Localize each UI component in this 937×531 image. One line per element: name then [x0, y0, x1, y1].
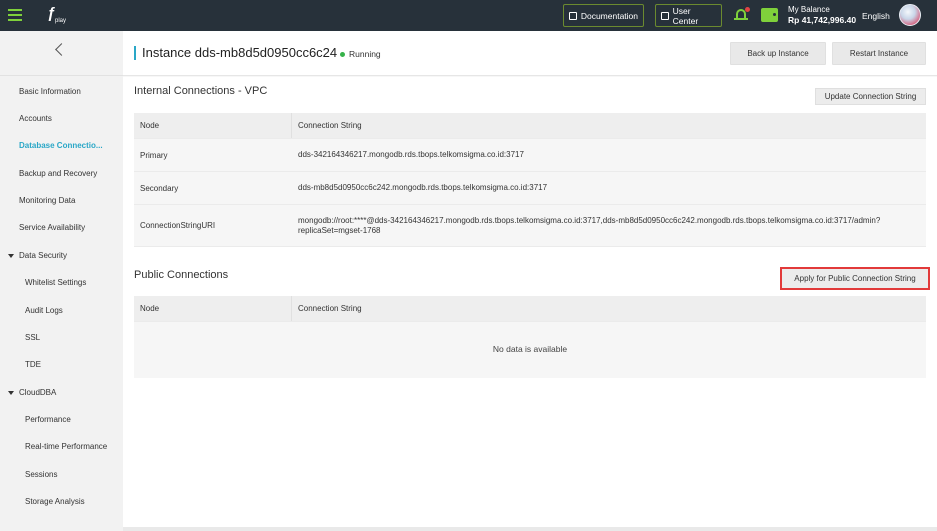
status-badge: Running [340, 49, 381, 59]
caret-down-icon [8, 253, 14, 258]
avatar[interactable] [899, 4, 921, 26]
status-text: Running [349, 49, 381, 59]
document-icon [569, 11, 577, 20]
sidebar: Basic Information Accounts Database Conn… [0, 31, 123, 531]
sidebar-item-accounts[interactable]: Accounts [0, 105, 123, 132]
column-header-node: Node [140, 121, 160, 130]
sidebar-item-service-availability[interactable]: Service Availability [0, 214, 123, 241]
internal-connections-title: Internal Connections - VPC [134, 85, 268, 97]
sidebar-item-monitoring-data[interactable]: Monitoring Data [0, 187, 123, 214]
content-area: Internal Connections - VPC Update Connec… [123, 77, 937, 531]
table-row: Primary dds-342164346217.mongodb.rds.tbo… [134, 139, 926, 172]
wallet-icon[interactable] [761, 8, 778, 22]
restart-instance-button[interactable]: Restart Instance [832, 42, 926, 65]
hamburger-menu-icon[interactable] [8, 9, 22, 21]
column-header-node: Node [140, 304, 160, 313]
notification-dot [745, 7, 750, 12]
balance-label: My Balance [788, 5, 830, 14]
column-header-connection-string: Connection String [298, 120, 362, 130]
public-connections-title: Public Connections [134, 269, 229, 281]
caret-down-icon [8, 390, 14, 395]
instance-header: Instance dds-mb8d5d0950cc6c24 Running Ba… [123, 31, 937, 76]
column-header-connection-string: Connection String [298, 303, 362, 313]
page-title: Instance dds-mb8d5d0950cc6c24 [142, 45, 338, 60]
sidebar-item-backup-recovery[interactable]: Backup and Recovery [0, 160, 123, 187]
balance-value: Rp 41,742,996.40 [788, 15, 857, 25]
public-connections-table: Node Connection String No data is availa… [134, 296, 926, 378]
logo-text: play [55, 18, 67, 24]
back-button[interactable] [0, 31, 123, 76]
status-dot-icon [340, 51, 345, 57]
row-connection-string: mongodb://root:****@dds-342164346217.mon… [298, 215, 881, 235]
empty-state-text: No data is available [492, 344, 568, 354]
title-accent-bar [134, 46, 136, 60]
sidebar-item-storage-analysis[interactable]: Storage Analysis [0, 488, 123, 515]
documentation-label: Documentation [580, 10, 638, 21]
top-bar: ƒ play Documentation User Center My Bala… [0, 0, 937, 31]
chevron-left-icon [55, 43, 68, 56]
sidebar-group-data-security[interactable]: Data Security [0, 242, 123, 269]
balance[interactable]: My Balance Rp 41,742,996.40 [788, 5, 856, 26]
sidebar-item-tde[interactable]: TDE [0, 351, 123, 378]
sidebar-item-realtime-performance[interactable]: Real-time Performance [0, 433, 123, 460]
sidebar-item-sessions[interactable]: Sessions [0, 461, 123, 488]
table-header: Node Connection String [134, 296, 926, 322]
documentation-button[interactable]: Documentation [563, 4, 644, 27]
bell-icon[interactable] [734, 7, 750, 23]
update-connection-string-button[interactable]: Update Connection String [815, 88, 926, 105]
sidebar-item-performance[interactable]: Performance [0, 406, 123, 433]
sidebar-item-whitelist-settings[interactable]: Whitelist Settings [0, 269, 123, 296]
row-node: Primary [140, 150, 168, 160]
monitor-icon [661, 11, 669, 20]
apply-public-connection-string-button[interactable]: Apply for Public Connection String [780, 267, 930, 290]
table-row: Secondary dds-mb8d5d0950cc6c242.mongodb.… [134, 172, 926, 205]
user-center-label: User Center [672, 5, 699, 26]
back-up-instance-button[interactable]: Back up Instance [730, 42, 826, 65]
internal-connections-table: Node Connection String Primary dds-34216… [134, 113, 926, 247]
sidebar-group-label: Data Security [19, 251, 68, 260]
sidebar-group-clouddba[interactable]: CloudDBA [0, 379, 123, 406]
row-connection-string: dds-342164346217.mongodb.rds.tbops.telko… [298, 150, 524, 159]
main-panel: Instance dds-mb8d5d0950cc6c24 Running Ba… [123, 31, 937, 531]
sidebar-item-audit-logs[interactable]: Audit Logs [0, 297, 123, 324]
language-selector[interactable]: English [862, 11, 890, 21]
user-center-button[interactable]: User Center [655, 4, 722, 27]
sidebar-item-basic-information[interactable]: Basic Information [0, 78, 123, 105]
row-node: Secondary [140, 183, 179, 193]
table-row: ConnectionStringURI mongodb://root:****@… [134, 205, 926, 247]
table-header: Node Connection String [134, 113, 926, 139]
sidebar-item-database-connection[interactable]: Database Connectio... [0, 132, 123, 159]
bottom-strip [123, 527, 937, 531]
sidebar-item-ssl[interactable]: SSL [0, 324, 123, 351]
sidebar-group-label: CloudDBA [19, 388, 57, 397]
row-node: ConnectionStringURI [140, 221, 216, 230]
logo[interactable]: ƒ play [47, 6, 69, 26]
row-connection-string: dds-mb8d5d0950cc6c242.mongodb.rds.tbops.… [298, 183, 548, 192]
